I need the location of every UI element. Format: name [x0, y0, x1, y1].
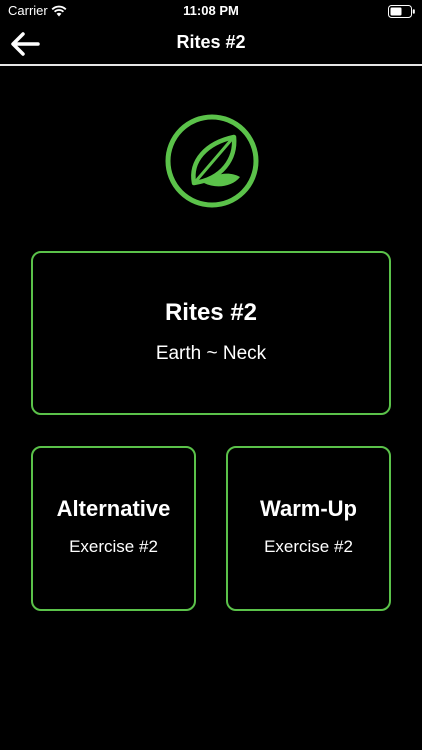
- rites-card-subtitle: Earth ~ Neck: [155, 343, 267, 364]
- warm-up-card[interactable]: Warm-Up Exercise #2: [226, 446, 391, 611]
- warm-up-card-subtitle: Exercise #2: [264, 537, 353, 556]
- alternative-card[interactable]: Alternative Exercise #2: [31, 446, 196, 611]
- navigation-bar: Rites #2: [0, 22, 422, 66]
- warm-up-card-title: Warm-Up: [260, 496, 357, 521]
- rites-card-title: Rites #2: [164, 299, 258, 326]
- alternative-card-subtitle: Exercise #2: [69, 537, 158, 556]
- battery-icon: [388, 5, 416, 23]
- clock-time: 11:08 PM: [183, 3, 239, 18]
- alternative-card-title: Alternative: [56, 496, 171, 521]
- page-title: Rites #2: [176, 32, 246, 52]
- status-bar: Carrier 11:08 PM: [0, 0, 422, 22]
- leaf-logo-icon: [164, 113, 260, 209]
- rites-card[interactable]: Rites #2 Earth ~ Neck: [31, 251, 391, 415]
